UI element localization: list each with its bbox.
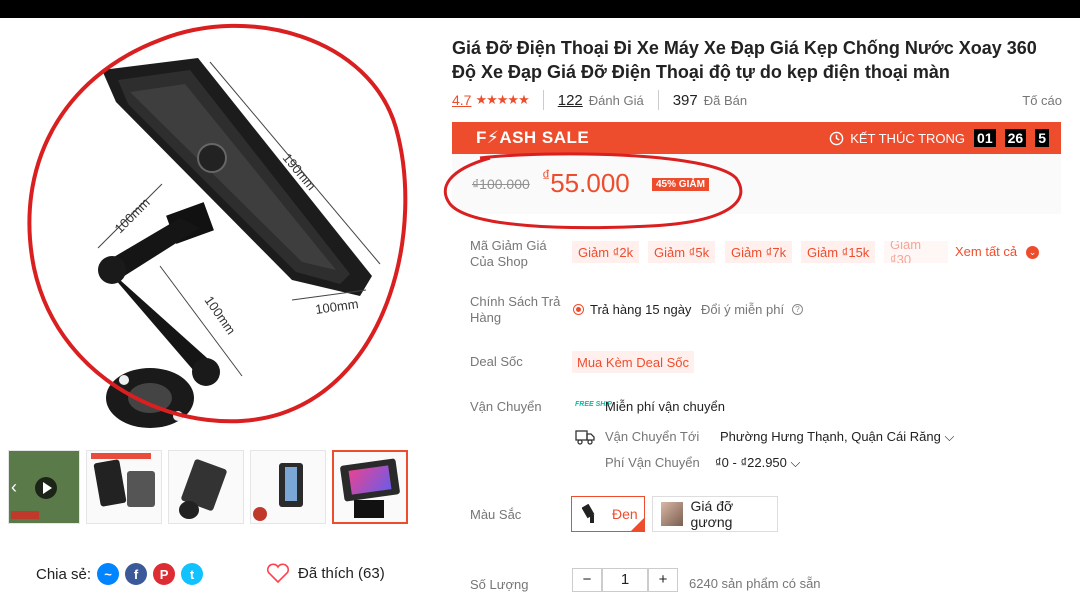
voucher-chip[interactable]: Giảm ₫2k (572, 241, 640, 263)
report-link[interactable]: Tố cáo (1022, 93, 1062, 108)
quantity-stepper: − 1 + (572, 568, 678, 592)
shipping-fee-label: Phí Vận Chuyển (605, 455, 700, 470)
return-policy-label: Chính Sách Trả Hàng (470, 294, 561, 325)
help-icon[interactable]: ? (792, 304, 803, 315)
variant-label: Giá đỡ gương (690, 498, 734, 530)
dim-label-100-right: 100mm (314, 296, 359, 317)
flash-sale-countdown: KẾT THÚC TRONG 01 26 5 (829, 129, 1061, 147)
shipping-label: Vận Chuyển (470, 399, 542, 414)
share-label: Chia sẻ: (36, 565, 92, 583)
play-icon (35, 477, 57, 499)
sold-count: 397 (672, 91, 698, 109)
thumbnail-video[interactable]: ‹ (8, 450, 80, 524)
chevron-down-icon: ⌵ (944, 429, 955, 444)
messenger-icon[interactable]: ~ (97, 563, 120, 585)
deal-chip[interactable]: Mua Kèm Deal Sốc (572, 351, 694, 373)
pinterest-icon[interactable]: P (153, 563, 176, 585)
return-radio-icon (573, 304, 584, 315)
product-title: Giá Đỡ Điện Thoại Đi Xe Máy Xe Đạp Giá K… (452, 38, 1037, 82)
product-stats: 4.7 ★★★★★ 122 Đánh Giá 397 Đã Bán Tố cáo (452, 90, 1062, 110)
reviews-label: Đánh Giá (588, 92, 644, 108)
chevron-down-icon[interactable]: ⌄ (1026, 246, 1039, 259)
decrease-button[interactable]: − (572, 568, 602, 592)
product-info: Giá Đỡ Điện Thoại Đi Xe Máy Xe Đạp Giá K… (452, 36, 1062, 110)
shipping-fee-amount: ₫0 - ₫22.950 (715, 455, 787, 470)
ends-in-label: KẾT THÚC TRONG (850, 130, 966, 146)
thumbnail-image-active[interactable] (332, 450, 408, 524)
return-policy-value: Trả hàng 15 ngày (590, 302, 692, 317)
divider (657, 90, 659, 110)
holder-arm (98, 202, 220, 428)
divider (542, 90, 544, 110)
voucher-chip[interactable]: Giảm ₫30 (884, 241, 948, 263)
like-button[interactable]: Đã thích (63) (266, 563, 385, 583)
thumbnail-image[interactable] (250, 450, 326, 524)
rating-value[interactable]: 4.7 (452, 92, 471, 108)
dim-label-100-lower: 100mm (202, 293, 239, 337)
quantity-input[interactable]: 1 (602, 568, 648, 592)
see-all-vouchers-link[interactable]: Xem tất cả (955, 244, 1017, 259)
selected-check-icon (631, 518, 644, 531)
top-bar (0, 0, 1080, 18)
chevron-left-icon[interactable]: ‹ (11, 477, 17, 498)
truck-icon (575, 430, 595, 445)
variant-option[interactable]: Giá đỡ gương (652, 496, 778, 532)
shipping-address: Phường Hưng Thạnh, Quận Cái Răng (720, 429, 941, 444)
voucher-chip[interactable]: Giảm ₫7k (725, 241, 793, 263)
variant-thumb-mirror (661, 502, 683, 526)
timer-minutes: 26 (1004, 129, 1027, 147)
voucher-chip[interactable]: Giảm ₫5k (648, 241, 716, 263)
thumbnail-strip: ‹ (8, 450, 408, 524)
variant-thumb-black (582, 504, 595, 523)
reviews-count[interactable]: 122 (558, 92, 583, 109)
heart-icon (267, 563, 289, 583)
twitter-icon[interactable]: t (181, 563, 204, 585)
liked-label: Đã thích (63) (298, 564, 385, 582)
color-label: Màu Sắc (470, 507, 522, 522)
return-policy-note: Đổi ý miễn phí (701, 302, 785, 317)
shipping-to-value[interactable]: Phường Hưng Thạnh, Quận Cái Răng ⌵ (720, 429, 954, 445)
thumb-flag (11, 511, 39, 519)
clock-icon (829, 131, 844, 145)
thumbnail-image[interactable] (168, 450, 244, 524)
rating-stars: ★★★★★ (475, 92, 529, 107)
timer-seconds: 5 (1035, 129, 1049, 147)
share-row: Chia sẻ: ~ f P t (36, 563, 204, 585)
dim-label-100-left: 100mm (112, 195, 153, 236)
main-product-image[interactable]: 190mm 100mm 100mm 100mm (20, 18, 420, 438)
price-annotation-circle (443, 152, 743, 230)
product-gallery: 190mm 100mm 100mm 100mm ‹ Chia sẻ: ~ f P… (0, 18, 440, 586)
sold-label: Đã Bán (703, 92, 748, 108)
chevron-down-icon: ⌵ (790, 455, 801, 470)
flash-sale-logo: F⚡ASH SALE (476, 128, 590, 147)
facebook-icon[interactable]: f (125, 563, 148, 585)
increase-button[interactable]: + (648, 568, 678, 592)
thumbnail-image[interactable] (86, 450, 162, 524)
shipping-fee-value[interactable]: ₫0 - ₫22.950 ⌵ (715, 455, 800, 471)
shipping-to-label: Vận Chuyển Tới (605, 429, 700, 444)
free-shipping-text: Miễn phí vận chuyển (605, 399, 725, 414)
quantity-label: Số Lượng (470, 577, 529, 592)
variant-option-selected[interactable]: Đen (571, 496, 645, 532)
voucher-chip[interactable]: Giảm ₫15k (801, 241, 876, 263)
timer-hours: 01 (974, 129, 996, 147)
voucher-label: Mã Giảm Giá Của Shop (470, 238, 547, 269)
stock-available: 6240 sản phẩm có sẵn (689, 576, 821, 591)
deal-label: Deal Sốc (470, 354, 523, 369)
